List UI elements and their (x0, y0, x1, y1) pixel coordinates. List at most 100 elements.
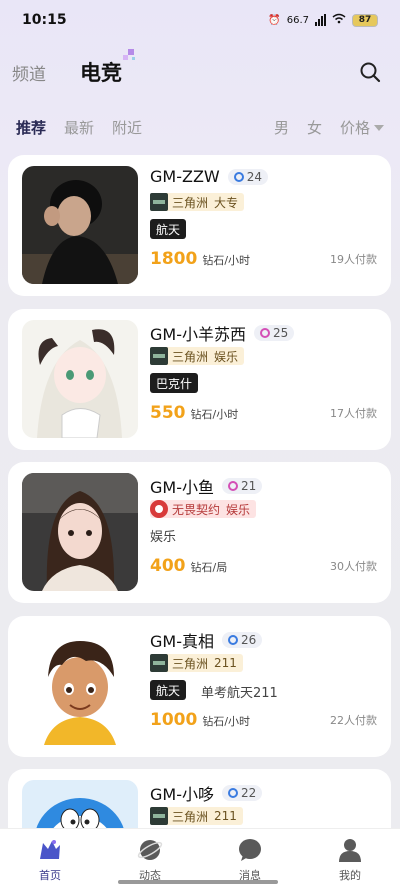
game-tag: 无畏契约 娱乐 (150, 500, 257, 518)
filter-nearby[interactable]: 附近 (112, 117, 142, 138)
game-name: 三角洲 (172, 656, 209, 671)
chat-bubble-icon (239, 839, 261, 861)
tab-channel[interactable]: 频道 (12, 60, 46, 85)
level-icon (227, 481, 238, 491)
nav-home[interactable]: 首页 (15, 837, 85, 883)
filter-female[interactable]: 女 (307, 117, 322, 138)
battery-indicator: 87 (352, 13, 378, 27)
player-name-text: GM-小哆 (150, 785, 214, 804)
level-icon (259, 328, 270, 338)
player-description: 单考航天211 (201, 686, 278, 701)
level-icon (233, 171, 244, 182)
filter-bar: 推荐 最新 附近 男 女 价格 (0, 114, 400, 140)
planet-icon (137, 840, 163, 860)
game-sub: 娱乐 (226, 502, 251, 517)
home-icon (40, 840, 60, 859)
player-name-text: GM-ZZW (150, 167, 220, 186)
status-bar: 10:15 ⏰ 66.7 87 (0, 0, 400, 40)
alarm-icon: ⏰ (268, 14, 281, 26)
game-tag: 三角洲 大专 (150, 193, 245, 211)
level-icon (227, 788, 238, 798)
price-row: 550 钻石/小时 (150, 403, 238, 423)
filter-recommended[interactable]: 推荐 (16, 117, 46, 138)
player-name: GM-ZZW 24 (150, 167, 268, 186)
filter-right-group: 男 女 价格 (274, 117, 384, 138)
price-unit: 钻石/局 (190, 561, 228, 574)
wifi-icon (332, 13, 346, 27)
player-card[interactable]: GM-真相 26 三角洲 211 航天 单考航天211 1000 钻石/小时 22人… (8, 616, 391, 757)
avatar (22, 627, 138, 745)
game-name: 三角洲 (172, 349, 209, 364)
price-value: 1000 (150, 710, 198, 730)
game-sub: 娱乐 (214, 349, 239, 364)
player-card[interactable]: GM-小鱼 21 无畏契约 娱乐 娱乐 400 钻石/局 30人付款 (8, 462, 391, 603)
user-icon (339, 839, 361, 862)
filter-latest[interactable]: 最新 (64, 117, 94, 138)
price-unit: 钻石/小时 (190, 408, 239, 421)
paid-count: 17人付款 (330, 407, 377, 420)
signal-icon (315, 14, 326, 26)
nav-profile-label: 我的 (339, 869, 361, 882)
player-card[interactable]: GM-ZZW 24 三角洲 大专 航天 1800 钻石/小时 19人付款 (8, 155, 391, 296)
status-time: 10:15 (22, 12, 67, 28)
filter-male[interactable]: 男 (274, 117, 289, 138)
skill-tag: 巴克什 (150, 373, 199, 393)
avatar (22, 320, 138, 438)
player-card[interactable]: GM-小羊苏西 25 三角洲 娱乐 巴克什 550 钻石/小时 17人付款 (8, 309, 391, 450)
skill-tag: 航天 (150, 219, 187, 239)
game-tag-row: 无畏契约 娱乐 (150, 500, 257, 518)
paid-count: 22人付款 (330, 714, 377, 727)
filter-price-label: 价格 (339, 118, 370, 137)
player-name: GM-真相 26 (150, 628, 263, 652)
price-row: 1000 钻石/小时 (150, 710, 250, 730)
home-indicator (118, 880, 278, 884)
tab-esports-label: 电竞 (80, 61, 122, 85)
price-unit: 钻石/小时 (202, 715, 251, 728)
game-tag-row: 三角洲 211 (150, 807, 243, 825)
player-name: GM-小哆 22 (150, 781, 263, 805)
game-tag: 三角洲 211 (150, 807, 243, 825)
game-sub: 211 (214, 656, 237, 670)
level-badge: 24 (227, 168, 268, 185)
player-name-text: GM-小鱼 (150, 478, 214, 497)
nav-profile[interactable]: 我的 (315, 837, 385, 883)
top-nav: 频道 电竞 (0, 49, 400, 90)
player-name: GM-小鱼 21 (150, 474, 263, 498)
player-name-text: GM-小羊苏西 (150, 325, 246, 344)
player-name-text: GM-真相 (150, 632, 214, 651)
game-tag: 三角洲 娱乐 (150, 347, 245, 365)
game-name: 三角洲 (172, 195, 209, 210)
level-value: 26 (240, 633, 257, 647)
game-tag-row: 三角洲 211 (150, 654, 243, 672)
search-icon[interactable] (358, 60, 382, 84)
game-name: 三角洲 (172, 809, 209, 824)
game-tag-row: 三角洲 娱乐 (150, 347, 245, 365)
game-tag-row: 三角洲 大专 (150, 193, 245, 211)
level-badge: 26 (221, 632, 263, 648)
nav-messages[interactable]: 消息 (215, 837, 285, 883)
price-unit: 钻石/小时 (202, 254, 251, 267)
price-value: 550 (150, 403, 186, 423)
caret-down-icon (374, 125, 384, 131)
avatar (22, 166, 138, 284)
sparkle-icon (123, 49, 135, 60)
game-logo-icon (150, 347, 168, 365)
status-icons: ⏰ 66.7 87 (268, 13, 378, 27)
level-value: 25 (272, 326, 289, 340)
nav-feed[interactable]: 动态 (115, 837, 185, 883)
paid-count: 19人付款 (330, 253, 377, 266)
game-sub: 211 (214, 809, 237, 823)
level-value: 24 (246, 169, 262, 184)
price-row: 400 钻石/局 (150, 556, 227, 576)
level-icon (227, 635, 238, 645)
level-badge: 22 (221, 785, 263, 801)
level-value: 22 (240, 786, 257, 800)
game-tag: 三角洲 211 (150, 654, 243, 672)
price-value: 400 (150, 556, 186, 576)
paid-count: 30人付款 (330, 560, 377, 573)
level-badge: 21 (221, 478, 263, 494)
filter-price[interactable]: 价格 (340, 117, 384, 138)
level-value: 21 (240, 479, 257, 493)
tab-esports[interactable]: 电竞 (80, 49, 135, 87)
game-name: 无畏契约 (172, 502, 221, 517)
